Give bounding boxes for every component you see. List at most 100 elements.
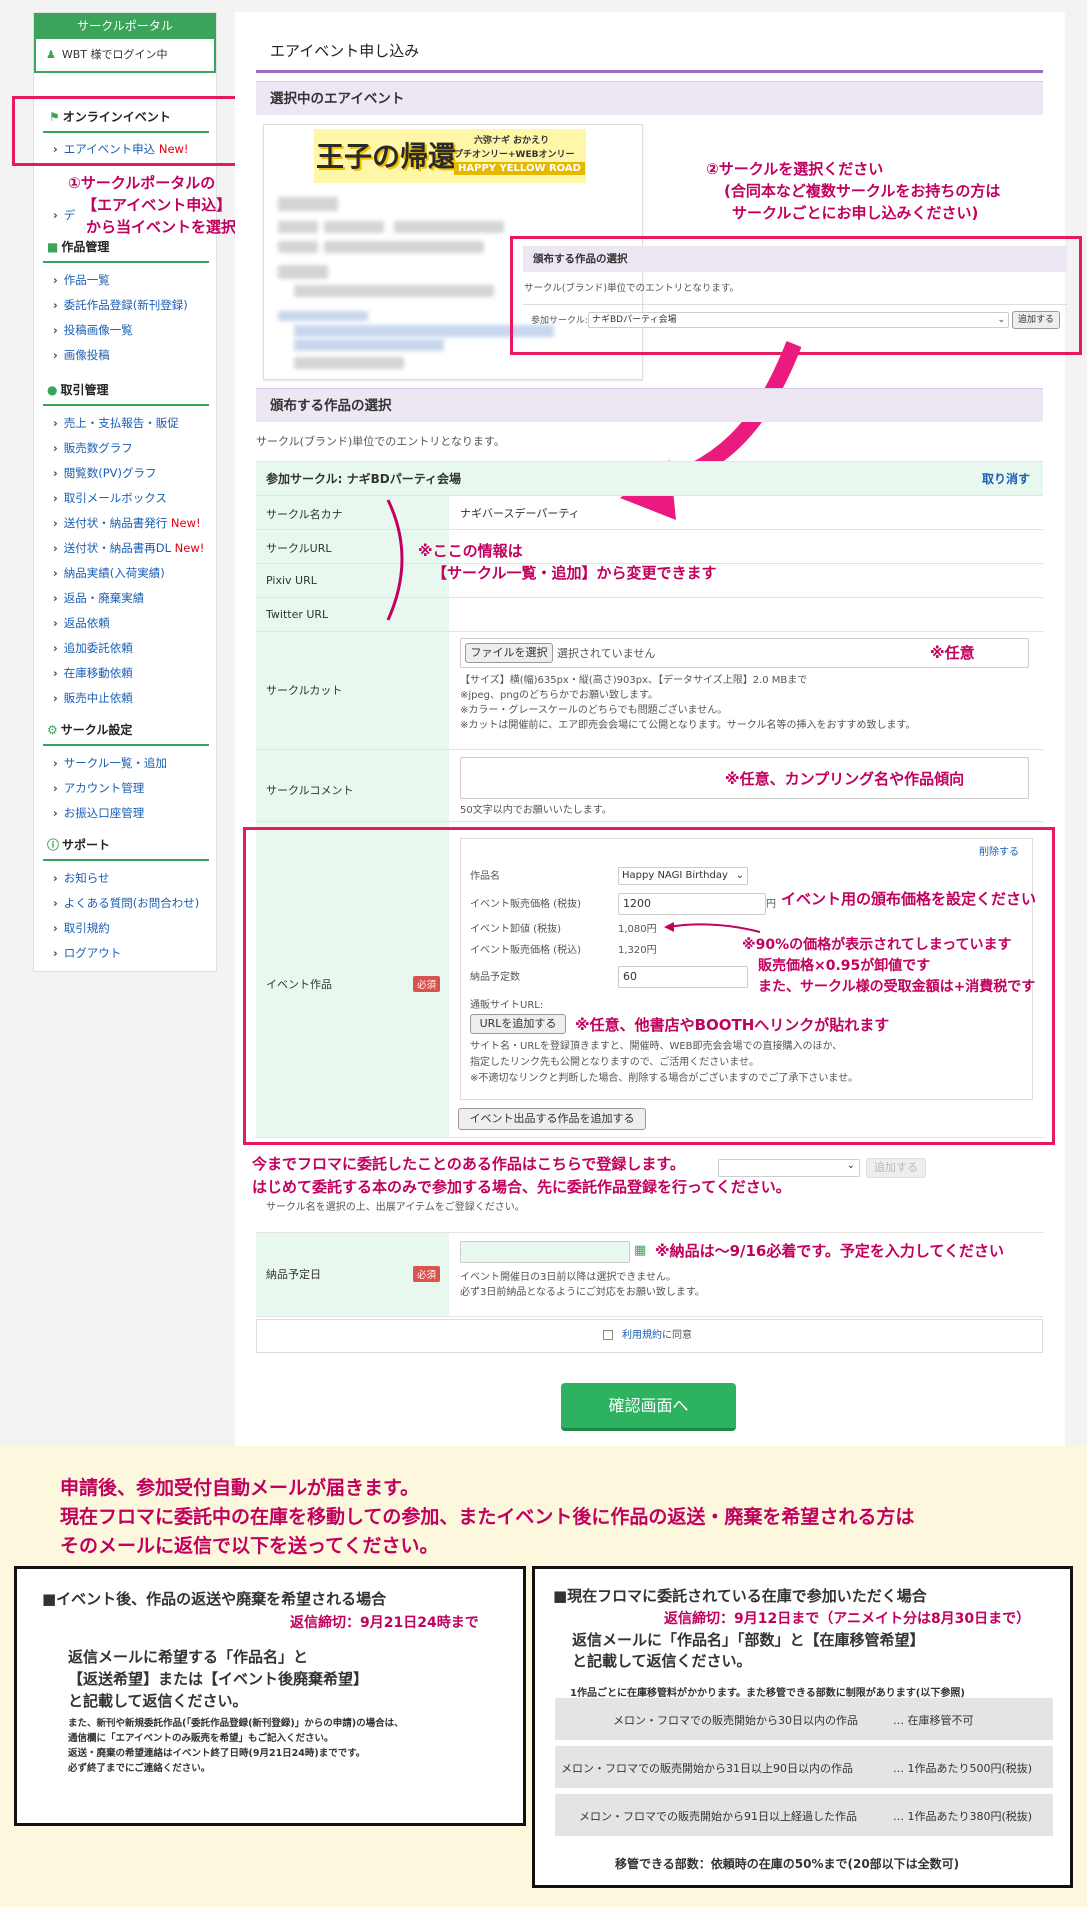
blurred-link <box>294 339 444 351</box>
chevron-right-icon: › <box>53 491 58 505</box>
sidebar-item-image-post[interactable]: › 画像投稿 <box>53 347 110 363</box>
chevron-right-icon: › <box>53 591 58 605</box>
sidebar-item-faq[interactable]: › よくある質問(お問合わせ) <box>53 895 199 911</box>
chevron-right-icon: › <box>53 896 58 910</box>
sidebar-item-account[interactable]: › アカウント管理 <box>53 780 144 796</box>
works-header: 頒布する作品の選択 <box>256 388 1043 422</box>
stock-title: ■現在フロマに委託されている在庫で参加いただく場合 <box>553 1587 927 1605</box>
divider <box>256 1137 1043 1138</box>
sidebar-item-invoice-dl[interactable]: › 送付状・納品書再DL New! <box>53 540 204 556</box>
gear-icon: ⚙ <box>47 723 58 737</box>
annotation-step1: ①サークルポータルの 【エアイベント申込】 から当イベントを選択 <box>68 174 237 236</box>
sidebar-header: サークルポータル <box>34 13 216 39</box>
comment-label: サークルコメント <box>266 784 354 797</box>
sidebar-item-invoice[interactable]: › 送付状・納品書発行 New! <box>53 515 201 531</box>
cancel-link[interactable]: 取り消す <box>982 470 1030 487</box>
calendar-icon[interactable]: ▦ <box>634 1243 646 1258</box>
event-banner: 王子の帰還 六弥ナギ おかえり プチオンリー+WEBオンリー HAPPY YEL… <box>314 129 586 183</box>
chevron-right-icon: › <box>53 806 58 820</box>
sidebar-item-delivery-record[interactable]: › 納品実績(入荷実績) <box>53 565 165 581</box>
sidebar-item-news[interactable]: › お知らせ <box>53 870 110 886</box>
sidebar-item-sales-graph[interactable]: › 販売数グラフ <box>53 440 133 456</box>
divider <box>43 859 209 861</box>
page-title: エアイベント申し込み <box>270 42 420 60</box>
circle-title: 参加サークル: ナギBDパーティ会場 <box>266 472 462 486</box>
kana-value: ナギバースデーパーティ <box>460 507 580 520</box>
inset-header: 頒布する作品の選択 <box>523 246 1067 272</box>
sidebar-item-stop-sale[interactable]: › 販売中止依頼 <box>53 690 133 706</box>
return-body: 返信メールに希望する「作品名」と 【返送希望】または【イベント後廃棄希望】 と記… <box>68 1648 369 1710</box>
delivery-date-input[interactable] <box>460 1241 630 1263</box>
sidebar-item-bank[interactable]: › お振込口座管理 <box>53 805 144 821</box>
divider <box>43 744 209 746</box>
book-icon: ■ <box>47 240 59 254</box>
chevron-right-icon: › <box>53 348 58 362</box>
stock-fee-note: 1作品ごとに在庫移管料がかかります。また移管できる部数に制限があります(以下参照… <box>570 1688 965 1699</box>
sidebar-item-logout[interactable]: › ログアウト <box>53 945 121 961</box>
login-status: ♟ WBT 様でログイン中 <box>34 39 216 73</box>
chevron-right-icon: › <box>53 416 58 430</box>
sidebar-item-works-list[interactable]: › 作品一覧 <box>53 272 110 288</box>
divider <box>256 631 1043 632</box>
inset-add-button[interactable]: 追加する <box>1012 311 1060 329</box>
sidebar-item-additional[interactable]: › 追加委託依頼 <box>53 640 133 656</box>
delivery-label: 納品予定日 <box>266 1268 321 1281</box>
sidebar-item-sales[interactable]: › 売上・支払報告・販促 <box>53 415 179 431</box>
chevron-right-icon: › <box>53 666 58 680</box>
blurred-text <box>394 221 504 233</box>
divider <box>256 1316 1043 1317</box>
blurred-text <box>278 221 318 233</box>
blurred-text <box>324 221 384 233</box>
highlight-box <box>243 827 1055 1145</box>
agree-checkbox[interactable] <box>603 1330 613 1340</box>
cut-note-1: 【サイズ】横(幅)635px・縦(高さ)903px、【データサイズ上限】2.0 … <box>460 675 808 686</box>
blurred-text <box>278 265 328 279</box>
sidebar-item-return-record[interactable]: › 返品・廃棄実績 <box>53 590 144 606</box>
chevron-right-icon: › <box>53 208 58 222</box>
url-label: サークルURL <box>266 542 332 555</box>
table-row: メロン・フロマでの販売開始から31日以上90日以内の作品 … 1作品あたり500… <box>555 1746 1053 1788</box>
chevron-right-icon: › <box>53 616 58 630</box>
annotation-comment: ※任意、カンプリング名や作品傾向 <box>725 770 965 788</box>
chevron-right-icon: › <box>53 691 58 705</box>
sidebar-item-pv-graph[interactable]: › 閲覧数(PV)グラフ <box>53 465 157 481</box>
divider <box>256 597 1043 598</box>
confirm-button[interactable]: 確認画面へ <box>561 1383 736 1431</box>
file-select-button[interactable]: ファイルを選択 <box>465 643 553 663</box>
comment-note: 50文字以内でお願いいたします。 <box>460 805 612 816</box>
chevron-right-icon: › <box>53 921 58 935</box>
divider <box>256 529 1043 530</box>
sidebar-item-circle-list[interactable]: › サークル一覧・追加 <box>53 755 167 771</box>
divider <box>256 495 1043 496</box>
sidebar-item-terms[interactable]: › 取引規約 <box>53 920 110 936</box>
sidebar-section-works: ■ 作品管理 <box>47 240 110 254</box>
past-add-button[interactable]: 追加する <box>866 1158 926 1178</box>
annotation-past: 今までフロマに委託したことのある作品はこちらで登録します。 はじめて委託する本の… <box>252 1155 791 1196</box>
chevron-right-icon: › <box>53 756 58 770</box>
chevron-down-icon: ⌄ <box>846 1160 855 1171</box>
chevron-right-icon: › <box>53 641 58 655</box>
blurred-text <box>278 197 338 211</box>
inset-circle-select[interactable]: ナギBDパーティ会場 ⌄ <box>588 312 1009 328</box>
sidebar-item-stock-move[interactable]: › 在庫移動依頼 <box>53 665 133 681</box>
blurred-link <box>278 311 368 321</box>
table-row: メロン・フロマでの販売開始から91日以上経過した作品 … 1作品あたり380円(… <box>555 1794 1053 1836</box>
sidebar-item-return-request[interactable]: › 返品依頼 <box>53 615 110 631</box>
blurred-text <box>294 357 404 369</box>
chevron-right-icon: › <box>53 273 58 287</box>
annotation-step2: ②サークルを選択ください (合同本など複数サークルをお持ちの方は サークルごとに… <box>706 160 1001 222</box>
required-badge: 必須 <box>413 1266 441 1282</box>
sidebar-section-trade: ● 取引管理 <box>47 383 109 397</box>
divider <box>256 1232 1043 1233</box>
stock-limit: 移管できる部数：依頼時の在庫の50%まで(20部以下は全数可) <box>615 1857 960 1871</box>
title-underline <box>256 70 1043 73</box>
inset-note: サークル(ブランド)単位でのエントリとなります。 <box>524 283 739 294</box>
works-note: サークル(ブランド)単位でのエントリとなります。 <box>256 435 505 448</box>
sidebar-item-new-work[interactable]: › 委託作品登録(新刊登録) <box>53 297 188 313</box>
sidebar-item-mailbox[interactable]: › 取引メールボックス <box>53 490 167 506</box>
cut-note-2: ※jpeg、pngのどちらかでお願い致します。 <box>460 690 659 701</box>
twitter-label: Twitter URL <box>266 608 329 621</box>
sidebar-item-image-list[interactable]: › 投稿画像一覧 <box>53 322 133 338</box>
chevron-right-icon: › <box>53 516 58 530</box>
select-note: サークル名を選択の上、出展アイテムをご登録ください。 <box>266 1202 525 1213</box>
